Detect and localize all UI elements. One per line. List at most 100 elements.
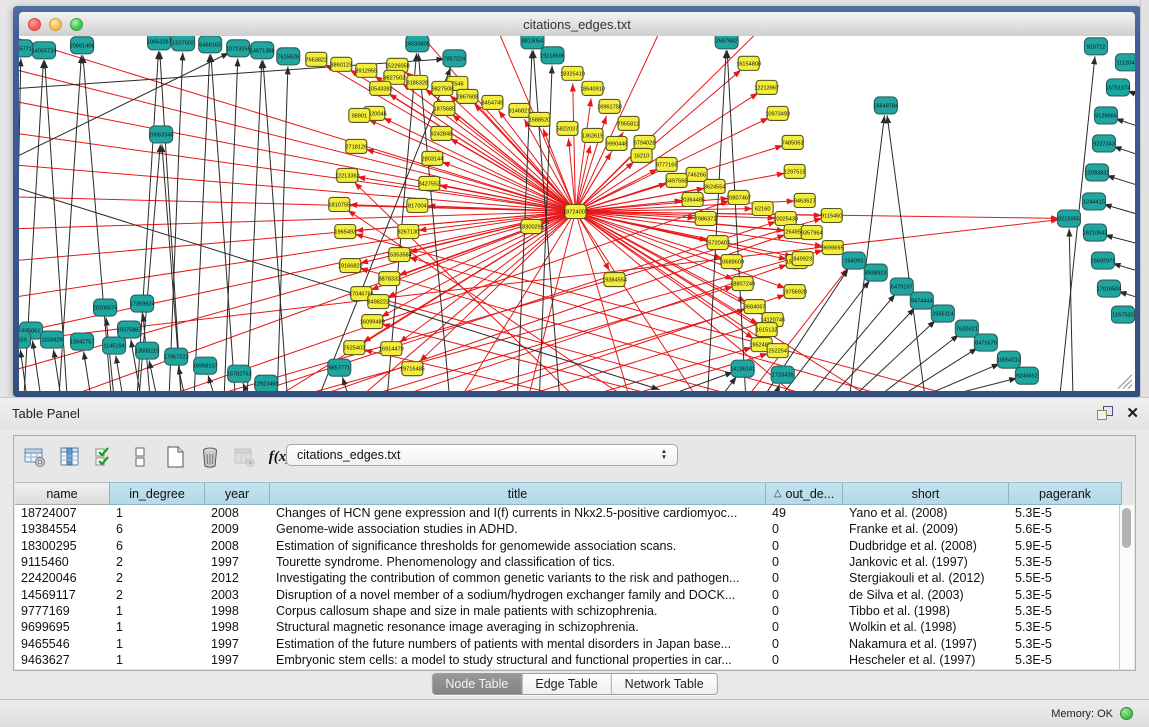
close-panel-icon[interactable]: ✕ [1126, 404, 1139, 422]
citation-edge-black[interactable] [19, 53, 229, 156]
graph-node-12213967[interactable]: 12213967 [754, 80, 779, 94]
graph-node-9990448[interactable]: 9990448 [606, 136, 628, 150]
graph-node-8186328[interactable]: 8186328 [406, 75, 428, 89]
cell-out_de[interactable]: 0 [766, 653, 843, 667]
cell-title[interactable]: Structural magnetic resonance image aver… [270, 620, 766, 634]
graph-node-15751074[interactable]: 15751074 [1106, 79, 1131, 96]
graph-node-2718126[interactable]: 2718126 [345, 139, 367, 153]
graph-node-1733426[interactable]: 1733426 [771, 366, 794, 383]
graph-node-8427552[interactable]: 8427552 [418, 176, 440, 190]
cell-title[interactable]: Embryonic stem cells: a model to study s… [270, 653, 766, 667]
graph-node-8813054[interactable]: 8813054 [521, 36, 544, 49]
table-selector-dropdown[interactable]: citations_edges.txt ▲▼ [286, 444, 678, 466]
cell-pagerank[interactable]: 5.3E-5 [1009, 604, 1122, 618]
citation-edge-black[interactable] [116, 355, 123, 391]
table-row[interactable]: 946554611997Estimation of the future num… [15, 635, 1122, 651]
graph-node-3624554[interactable]: 3624554 [704, 179, 726, 193]
minimize-button[interactable] [49, 18, 62, 31]
cell-out_de[interactable]: 49 [766, 506, 843, 520]
citation-edge-red[interactable] [575, 162, 633, 212]
graph-node-10025438[interactable]: 10025438 [773, 211, 798, 225]
cell-title[interactable]: Corpus callosum shape and size in male p… [270, 604, 766, 618]
cell-pagerank[interactable]: 5.5E-5 [1009, 571, 1122, 585]
citation-edge-black[interactable] [727, 50, 745, 391]
cell-name[interactable]: 22420046 [15, 571, 110, 585]
graph-node-20206576[interactable]: 20206576 [93, 299, 118, 316]
citation-edge-black[interactable] [775, 384, 780, 391]
graph-node-18807249[interactable]: 18807249 [730, 277, 755, 291]
cell-year[interactable]: 2008 [205, 506, 270, 520]
graph-node-7625402[interactable]: 7625402 [343, 341, 365, 355]
new-table-icon[interactable] [162, 444, 188, 470]
graph-node-14136141[interactable]: 14136141 [730, 360, 755, 377]
graph-node-8938923[interactable]: 8938923 [864, 264, 887, 281]
citation-edge-black[interactable] [925, 364, 1000, 391]
citation-edge-black[interactable] [948, 378, 1017, 391]
scrollbar-thumb[interactable] [1122, 508, 1131, 548]
graph-node-16782753[interactable]: 16782753 [227, 365, 252, 382]
cell-pagerank[interactable]: 5.3E-5 [1009, 506, 1122, 520]
graph-node-2935114[interactable]: 2935114 [931, 305, 954, 322]
graph-node-1588520[interactable]: 1588520 [529, 112, 551, 126]
graph-node-13505115[interactable]: 13505115 [135, 342, 159, 359]
cell-year[interactable]: 2003 [205, 588, 270, 602]
graph-node-1875685[interactable]: 1875685 [433, 101, 455, 115]
cell-pagerank[interactable]: 5.3E-5 [1009, 637, 1122, 651]
graph-node-19716485[interactable]: 19716485 [400, 362, 425, 376]
cell-title[interactable]: Investigating the contribution of common… [270, 571, 766, 585]
network-canvas[interactable]: 1872400788601238912955152260589827503818… [19, 36, 1135, 391]
graph-node-10973493[interactable]: 10973493 [765, 106, 790, 120]
graph-node-15353584[interactable]: 15353584 [387, 248, 412, 262]
graph-node-9474444[interactable]: 9474444 [910, 292, 933, 309]
graph-node-1527602[interactable]: 1527602 [172, 36, 195, 51]
graph-node-19375887[interactable]: 19375887 [117, 321, 142, 338]
cell-in_degree[interactable]: 2 [110, 588, 205, 602]
citation-edge-black[interactable] [720, 377, 737, 391]
cell-name[interactable]: 9777169 [15, 604, 110, 618]
graph-node-20053346[interactable]: 20053346 [149, 126, 174, 143]
graph-node-16210643[interactable]: 16210643 [1083, 224, 1108, 241]
cell-short[interactable]: de Silva et al. (2003) [843, 588, 1009, 602]
graph-node-17016504[interactable]: 17016504 [1097, 280, 1122, 297]
cell-short[interactable]: Yano et al. (2008) [843, 506, 1009, 520]
graph-node-18724007[interactable]: 18724007 [563, 204, 588, 218]
graph-node-252254[interactable]: 252254 [767, 344, 788, 358]
graph-node-18325419[interactable]: 18325419 [560, 66, 585, 80]
column-header-out_de[interactable]: △out_de... [766, 482, 843, 505]
float-window-icon[interactable] [1097, 406, 1113, 420]
column-header-in_degree[interactable]: in_degree [110, 482, 205, 505]
graph-node-9777169[interactable]: 9777169 [656, 157, 678, 171]
graph-node-8454749[interactable]: 8454749 [482, 95, 504, 109]
cell-pagerank[interactable]: 5.3E-5 [1009, 620, 1122, 634]
citation-edge-black[interactable] [1115, 119, 1135, 141]
graph-node-12093832[interactable]: 12093832 [1085, 164, 1110, 181]
cell-out_de[interactable]: 0 [766, 539, 843, 553]
citation-edge-black[interactable] [1107, 175, 1135, 198]
graph-node-2803144[interactable]: 2803144 [421, 151, 443, 165]
citation-edge-black[interactable] [169, 52, 183, 391]
citation-edge-red[interactable] [399, 211, 575, 342]
cell-out_de[interactable]: 0 [766, 522, 843, 536]
cell-pagerank[interactable]: 5.3E-5 [1009, 555, 1122, 569]
citation-edge-black[interactable] [880, 335, 959, 391]
deselect-rows-icon[interactable] [127, 444, 153, 470]
graph-node-6479197[interactable]: 6479197 [890, 278, 913, 295]
graph-node-20364486[interactable]: 20364486 [680, 192, 705, 206]
cell-year[interactable]: 1997 [205, 637, 270, 651]
column-header-title[interactable]: title [270, 482, 766, 505]
graph-node-6466163[interactable]: 6466163 [199, 36, 222, 53]
column-header-short[interactable]: short [843, 482, 1009, 505]
citation-edge-black[interactable] [137, 51, 158, 391]
citation-edge-red[interactable] [439, 211, 575, 391]
column-header-name[interactable]: name [15, 482, 110, 505]
cell-in_degree[interactable]: 2 [110, 571, 205, 585]
citation-edge-black[interactable] [1069, 229, 1073, 391]
table-settings-icon[interactable] [22, 444, 48, 470]
graph-node-10543382[interactable]: 10543382 [368, 81, 393, 95]
graph-node-8455771[interactable]: 8455771 [19, 40, 33, 57]
table-row[interactable]: 946362711997Embryonic stem cells: a mode… [15, 652, 1122, 668]
cell-in_degree[interactable]: 2 [110, 555, 205, 569]
graph-node-8498222[interactable]: 8498222 [367, 295, 389, 309]
graph-node-9699695[interactable]: 9699695 [822, 241, 844, 255]
graph-node-17957223[interactable]: 17957223 [164, 348, 189, 365]
